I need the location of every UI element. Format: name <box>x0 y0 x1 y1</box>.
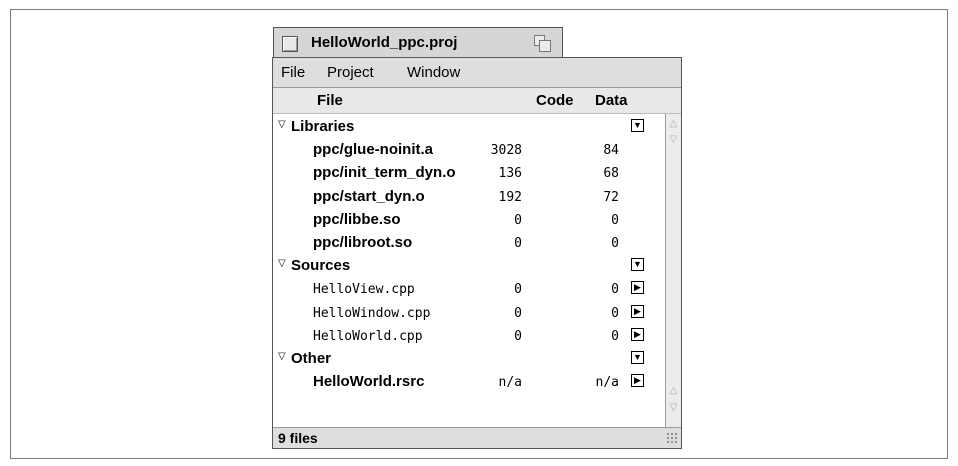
scroll-down-arrow-icon-bottom[interactable]: ▽ <box>667 401 680 415</box>
data-size: 72 <box>603 189 619 205</box>
file-name: HelloView.cpp <box>313 282 415 298</box>
resize-grip-icon[interactable] <box>666 432 679 445</box>
file-name: ppc/libroot.so <box>313 234 413 251</box>
file-row[interactable]: HelloView.cpp 0 0 ▶ <box>273 278 665 301</box>
file-name: ppc/start_dyn.o <box>313 187 425 205</box>
zoom-box-icon[interactable] <box>534 35 551 52</box>
column-file[interactable]: File <box>317 92 343 109</box>
file-row[interactable]: HelloWindow.cpp 0 0 ▶ <box>273 302 665 325</box>
data-size: 0 <box>611 282 619 298</box>
group-label: Sources <box>291 257 351 275</box>
column-header: File Code Data <box>273 88 681 114</box>
code-size: 0 <box>514 212 522 228</box>
file-list: ▽ Libraries ▼ ppc/glue-noinit.a 3028 84 ppc/in… <box>273 114 665 427</box>
group-row[interactable]: ▽ Sources ▼ <box>273 255 665 278</box>
scroll-up-arrow-icon[interactable]: △ <box>667 117 680 131</box>
group-row[interactable]: ▽ Libraries ▼ <box>273 116 665 139</box>
file-name: HelloWorld.cpp <box>313 328 423 344</box>
file-row[interactable]: HelloWorld.rsrc n/a n/a ▶ <box>273 371 665 394</box>
window-tab[interactable]: HelloWorld_ppc.proj <box>273 27 563 59</box>
group-row[interactable]: ▽ Other ▼ <box>273 348 665 371</box>
scroll-down-arrow-icon[interactable]: ▽ <box>667 133 680 147</box>
code-size: 136 <box>498 166 522 182</box>
disclosure-triangle-icon[interactable]: ▽ <box>278 119 286 130</box>
arrow-right-icon[interactable]: ▶ <box>631 374 644 388</box>
file-row[interactable]: ppc/init_term_dyn.o 136 68 <box>273 162 665 185</box>
data-size: 0 <box>611 328 619 344</box>
code-size: n/a <box>498 375 522 391</box>
project-window: File Project Window File Code Data ▽ Libr… <box>272 57 682 449</box>
file-name: HelloWindow.cpp <box>313 305 431 321</box>
file-row[interactable]: HelloWorld.cpp 0 0 ▶ <box>273 325 665 348</box>
data-size: 0 <box>611 236 619 251</box>
data-size: 68 <box>603 166 619 182</box>
code-size: 0 <box>514 282 522 298</box>
arrow-right-icon[interactable]: ▶ <box>631 281 644 295</box>
code-size: 0 <box>514 305 522 321</box>
status-bar: 9 files <box>273 427 681 448</box>
popup-menu-icon[interactable]: ▼ <box>631 119 644 132</box>
file-count: 9 files <box>278 430 318 446</box>
column-data[interactable]: Data <box>595 92 628 109</box>
data-size: 84 <box>603 143 619 159</box>
vertical-scrollbar[interactable]: △ ▽ △ ▽ <box>665 114 681 427</box>
file-name: ppc/libbe.so <box>313 210 401 228</box>
data-size: 0 <box>611 212 619 228</box>
file-row[interactable]: ppc/libroot.so 0 0 <box>273 232 665 255</box>
code-size: 3028 <box>490 143 522 159</box>
popup-menu-icon[interactable]: ▼ <box>631 258 644 272</box>
code-size: 0 <box>514 236 522 251</box>
menu-file[interactable]: File <box>281 64 305 81</box>
file-name: ppc/glue-noinit.a <box>313 141 433 159</box>
file-name: ppc/init_term_dyn.o <box>313 164 456 182</box>
arrow-right-icon[interactable]: ▶ <box>631 327 644 341</box>
file-row[interactable]: ppc/libbe.so 0 0 <box>273 209 665 232</box>
menu-window[interactable]: Window <box>407 64 460 81</box>
file-row[interactable]: ppc/glue-noinit.a 3028 84 <box>273 139 665 162</box>
arrow-right-icon[interactable]: ▶ <box>631 304 644 318</box>
menu-project[interactable]: Project <box>327 64 374 81</box>
disclosure-triangle-icon[interactable]: ▽ <box>278 351 286 362</box>
file-name: HelloWorld.rsrc <box>313 373 425 391</box>
code-size: 192 <box>498 189 522 205</box>
menu-bar: File Project Window <box>273 58 681 88</box>
group-label: Libraries <box>291 118 355 135</box>
data-size: 0 <box>611 305 619 321</box>
data-size: n/a <box>595 375 619 391</box>
group-label: Other <box>291 350 332 367</box>
disclosure-triangle-icon[interactable]: ▽ <box>278 258 286 269</box>
column-code[interactable]: Code <box>536 92 574 109</box>
window-title: HelloWorld_ppc.proj <box>311 34 458 51</box>
file-row[interactable]: ppc/start_dyn.o 192 72 <box>273 186 665 209</box>
code-size: 0 <box>514 328 522 344</box>
scroll-up-arrow-icon-bottom[interactable]: △ <box>667 384 680 398</box>
popup-menu-icon[interactable]: ▼ <box>631 351 644 364</box>
close-box-icon[interactable] <box>282 36 298 52</box>
